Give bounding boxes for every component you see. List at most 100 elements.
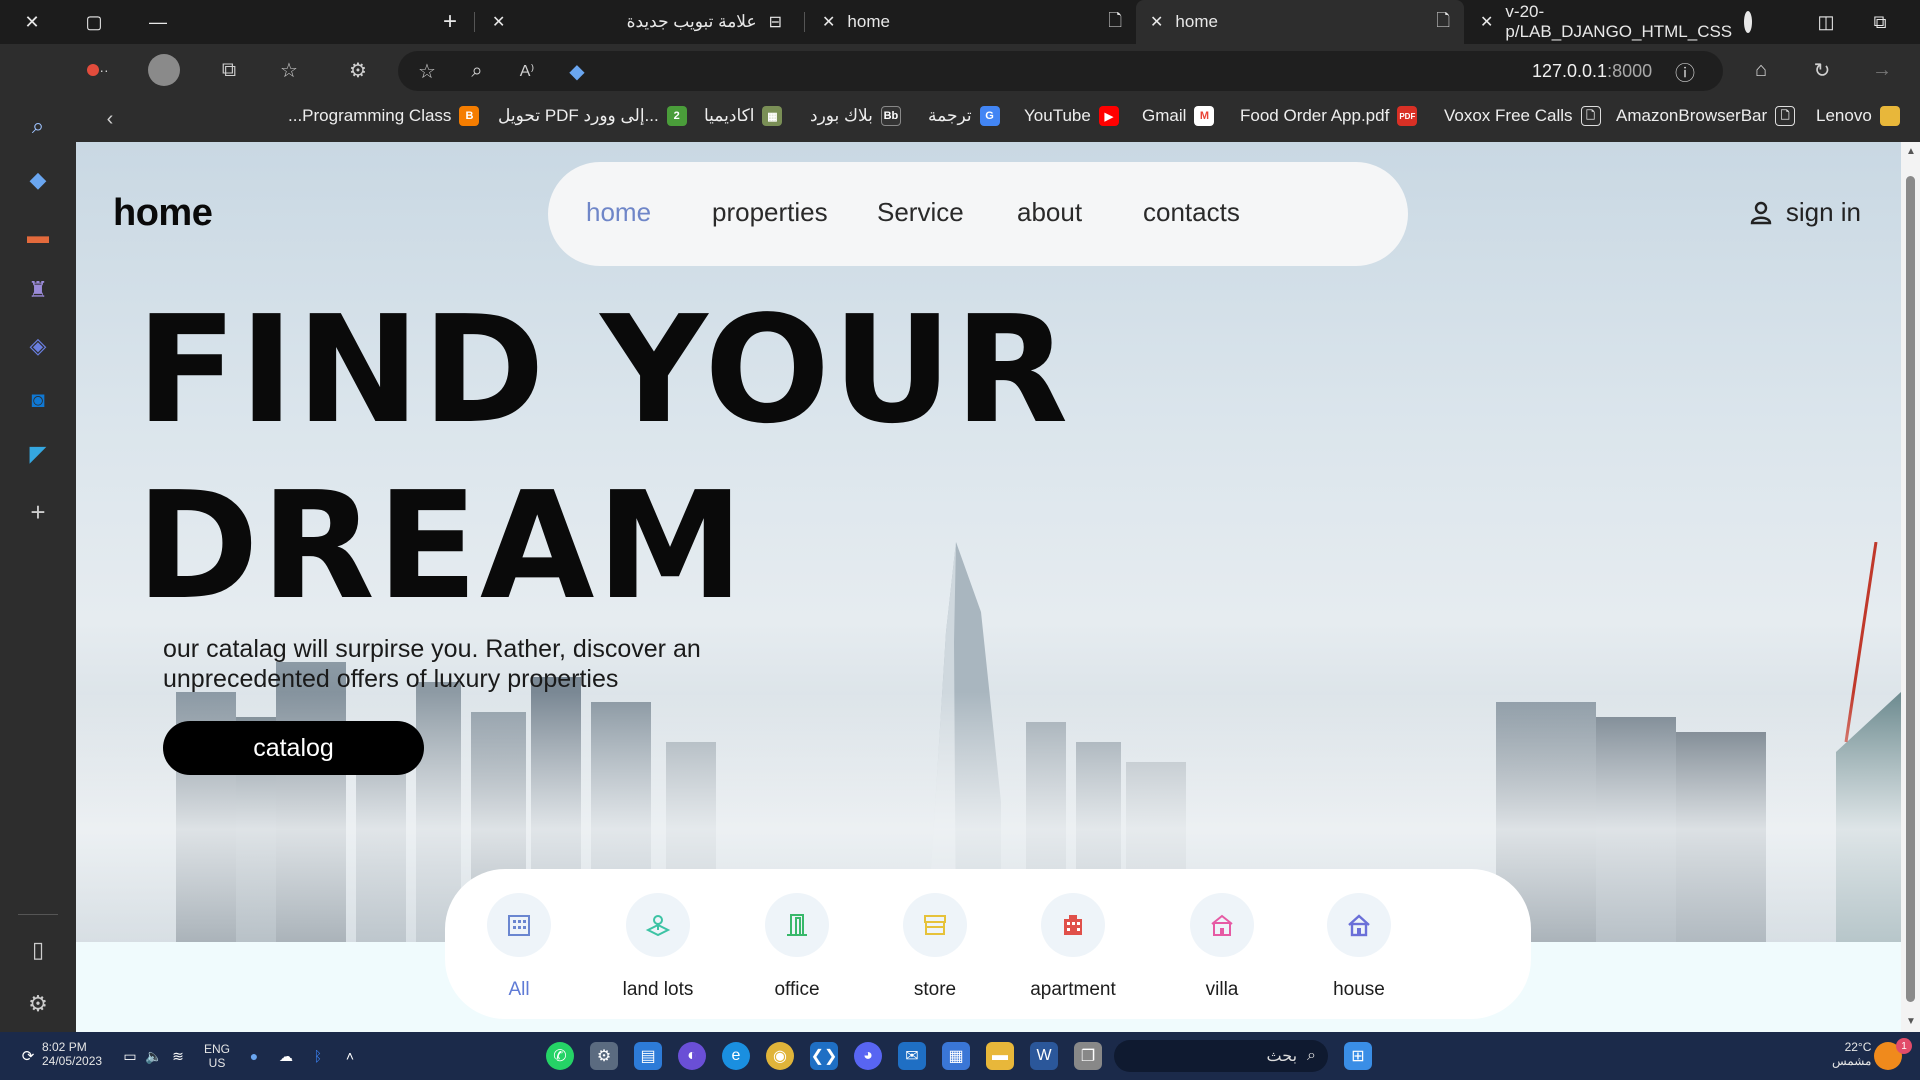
category-all[interactable]: All (464, 893, 574, 1001)
favorite-item[interactable]: تحويل PDF إلى وورد... 2 (498, 106, 687, 126)
new-tab-icon[interactable]: + (436, 8, 464, 36)
notification-badge[interactable]: 1 (1896, 1038, 1912, 1054)
windows-start-icon[interactable]: ⊞ (1344, 1042, 1372, 1070)
site-logo[interactable]: home (113, 192, 213, 235)
bluetooth-icon[interactable]: ᛒ (304, 1042, 332, 1070)
youtube-icon: ▶ (1098, 106, 1119, 126)
eclipse-icon[interactable]: ◐ (678, 1042, 706, 1070)
games-icon[interactable]: ♜ (22, 274, 54, 306)
favorite-item[interactable]: بلاك بورد Bb (810, 106, 901, 126)
favorite-item[interactable]: اكاديميا ▦ (704, 106, 783, 126)
minimize-icon[interactable]: — (144, 8, 172, 36)
refresh-icon[interactable]: ↻ (1806, 54, 1838, 86)
home-icon[interactable]: ⌂ (1745, 54, 1777, 86)
clock[interactable]: 8:02 PM 24/05/2023 (42, 1040, 102, 1068)
page-scrollbar[interactable]: ▲ ▼ (1901, 142, 1920, 1032)
store-app-icon[interactable]: ▦ (942, 1042, 970, 1070)
sync-icon[interactable]: ⟳ (14, 1042, 42, 1070)
copilot-icon[interactable]: ◈ (22, 330, 54, 362)
mail-icon[interactable]: ✉ (898, 1042, 926, 1070)
catalog-button[interactable]: catalog (163, 721, 424, 775)
profile-avatar-icon[interactable] (148, 54, 180, 86)
language-indicator[interactable]: ENG US (204, 1042, 230, 1070)
tab-groups-icon[interactable]: ⧉ (213, 54, 245, 86)
forward-icon[interactable]: → (1866, 54, 1898, 86)
category-store[interactable]: store (880, 893, 990, 1001)
vscode-icon[interactable]: ❮❯ (810, 1042, 838, 1070)
drop-icon[interactable]: ◤ (22, 438, 54, 470)
tab-close-icon[interactable]: ✕ (822, 12, 835, 32)
tab-close-icon[interactable]: ✕ (1150, 12, 1163, 32)
tab-home-active[interactable]: ✕ home 🗋 (1136, 0, 1464, 44)
blogger-icon: B (459, 106, 480, 126)
split-screen-icon[interactable]: ◫ (1812, 8, 1840, 36)
tab-close-icon[interactable]: ✕ (492, 12, 505, 32)
tab-actions-icon[interactable]: ▢ (80, 8, 108, 36)
word-icon[interactable]: W (1030, 1042, 1058, 1070)
tools-briefcase-icon[interactable]: ▬ (22, 220, 54, 252)
settings-gear-icon[interactable]: ⚙ (22, 988, 54, 1020)
discord-icon[interactable]: ◕ (854, 1042, 882, 1070)
category-apartment[interactable]: apartment (1018, 893, 1128, 1001)
back-chevron-icon[interactable]: ‹ (94, 103, 126, 135)
scroll-thumb[interactable] (1906, 176, 1915, 1002)
nav-home[interactable]: home (586, 197, 651, 228)
shopping-tag-icon[interactable]: ◆ (22, 164, 54, 196)
extensions-icon[interactable]: ⚙ (342, 54, 374, 86)
collections-icon[interactable]: ⧉ (1866, 8, 1894, 36)
nav-service[interactable]: Service (877, 197, 964, 228)
tab-github[interactable]: ✕ v-20-p/LAB_DJANGO_HTML_CSS (1466, 0, 1766, 44)
wifi-icon[interactable]: ≋ (164, 1042, 192, 1070)
chrome-icon[interactable]: ◉ (766, 1042, 794, 1070)
category-land-lots[interactable]: land lots (603, 893, 713, 1001)
favorite-item[interactable]: ترجمة G (928, 106, 1000, 126)
url-text[interactable]: 127.0.0.1:8000 (1532, 61, 1652, 82)
favorite-item[interactable]: YouTube ▶ (1024, 106, 1119, 126)
nav-contacts[interactable]: contacts (1143, 197, 1240, 228)
headline-line-1: FIND YOUR (136, 284, 1071, 456)
show-hidden-icons-chevron-icon[interactable]: ˄ (336, 1042, 364, 1070)
weather-widget[interactable]: 22°C مشمس (1832, 1040, 1871, 1068)
outlook-icon[interactable]: ◙ (22, 384, 54, 416)
favorites-icon[interactable]: ☆ (273, 54, 305, 86)
lang-top: ENG (204, 1042, 231, 1056)
time-text: 8:02 PM (42, 1040, 87, 1054)
nav-properties[interactable]: properties (712, 197, 828, 228)
extension-alert-icon[interactable]: ·· (82, 54, 114, 86)
tab-close-icon[interactable]: ✕ (1480, 12, 1493, 32)
settings-app-icon[interactable]: ⚙ (590, 1042, 618, 1070)
whatsapp-icon[interactable]: ✆ (546, 1042, 574, 1070)
category-office[interactable]: office (742, 893, 852, 1001)
favorite-item[interactable]: Gmail M (1142, 106, 1215, 126)
read-aloud-icon[interactable]: A⁾ (511, 55, 543, 87)
task-view-icon[interactable]: ❐ (1074, 1042, 1102, 1070)
add-sidebar-app-icon[interactable]: + (22, 496, 54, 528)
nav-about[interactable]: about (1017, 197, 1082, 228)
microphone-icon[interactable]: ● (240, 1042, 268, 1070)
favorite-item[interactable]: Food Order App.pdf PDF (1240, 106, 1418, 126)
onedrive-icon[interactable]: ☁ (272, 1042, 300, 1070)
coupon-tag-icon[interactable]: ◆ (561, 55, 593, 87)
search-icon[interactable]: ⌕ (22, 110, 54, 142)
favorite-item[interactable]: AmazonBrowserBar 🗋 (1616, 106, 1796, 126)
favorite-item[interactable]: Voxox Free Calls 🗋 (1444, 106, 1601, 126)
favorite-item[interactable]: Lenovo (1816, 106, 1900, 126)
sidebar-toggle-icon[interactable]: ▯ (22, 934, 54, 966)
site-info-icon[interactable]: ⓘ (1669, 55, 1701, 87)
scroll-down-icon[interactable]: ▼ (1906, 1016, 1916, 1027)
favorite-item[interactable]: ...Programming Class B (288, 106, 480, 126)
category-villa[interactable]: villa (1167, 893, 1277, 1001)
tab-home-1[interactable]: ✕ home 🗋 (808, 0, 1136, 44)
edge-icon[interactable]: e (722, 1042, 750, 1070)
category-house[interactable]: house (1304, 893, 1414, 1001)
sign-in-link[interactable]: sign in (1750, 197, 1861, 228)
zoom-icon[interactable]: ⌕ (461, 55, 493, 87)
address-bar[interactable]: ☆ ⌕ A⁾ ◆ ⓘ (398, 51, 1723, 91)
tab-new-tab[interactable]: ✕ علامة تبويب جديدة ⊟ (478, 0, 796, 44)
file-explorer-icon[interactable]: ▬ (986, 1042, 1014, 1070)
taskbar-search[interactable]: بحث ⌕ (1114, 1040, 1328, 1072)
close-sidebar-icon[interactable]: ✕ (18, 8, 46, 36)
scroll-up-icon[interactable]: ▲ (1906, 146, 1916, 157)
add-favorite-icon[interactable]: ☆ (411, 55, 443, 87)
notepad-icon[interactable]: ▤ (634, 1042, 662, 1070)
